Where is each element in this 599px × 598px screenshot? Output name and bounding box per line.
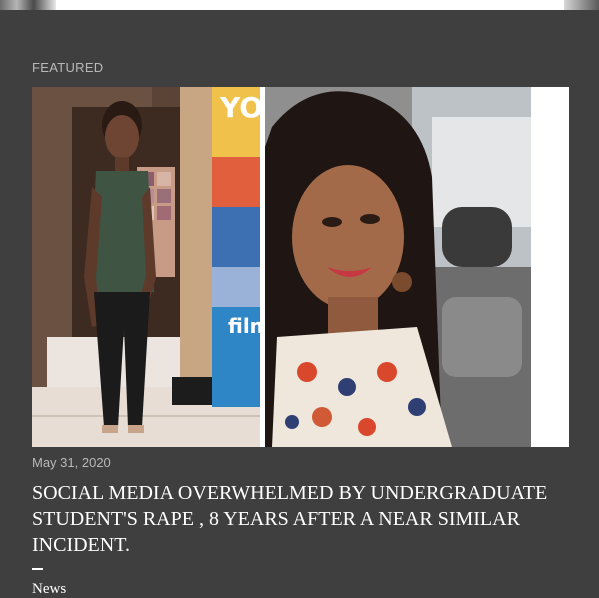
featured-post-image[interactable]: film YO <box>32 87 569 447</box>
featured-image-collage: film YO <box>32 87 569 447</box>
post-label-link[interactable]: News <box>32 581 66 598</box>
previous-post-image-right <box>564 0 599 10</box>
right-photo <box>265 87 531 447</box>
previous-post-image-middle <box>56 0 564 10</box>
post-title-link[interactable]: SOCIAL MEDIA OVERWHELMED BY UNDERGRADUAT… <box>32 480 572 558</box>
previous-post-image-strip[interactable] <box>0 0 599 10</box>
banner-letters: YO <box>219 91 263 124</box>
post-date: May 31, 2020 <box>32 455 111 470</box>
left-photo: film YO <box>32 87 271 447</box>
previous-post-image-left <box>0 0 56 10</box>
title-divider <box>32 568 43 570</box>
featured-section-label: FEATURED <box>32 60 104 75</box>
